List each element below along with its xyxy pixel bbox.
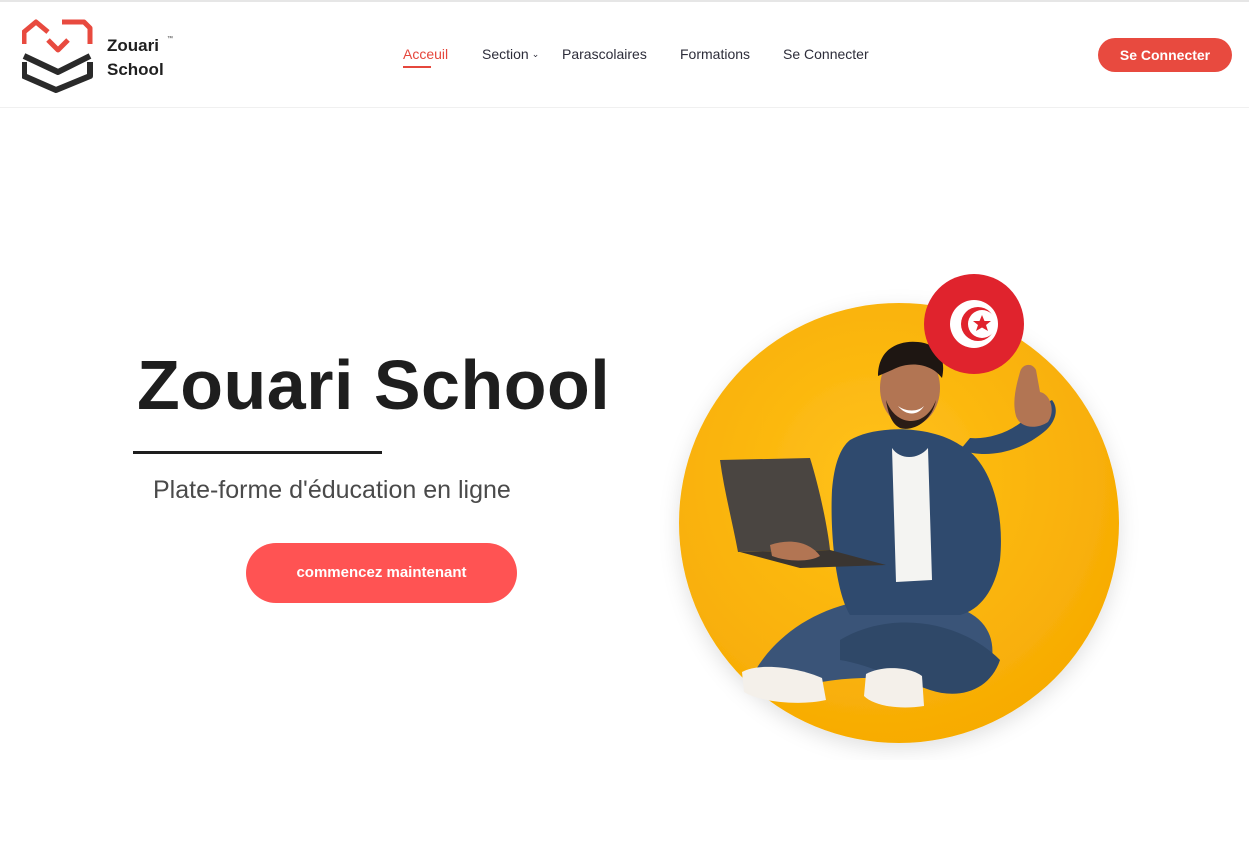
nav-item-label: Section — [482, 46, 529, 62]
site-header: Zouari School ™ Acceuil Section ⌄ Parasco… — [0, 2, 1249, 108]
login-button[interactable]: Se Connecter — [1098, 38, 1232, 72]
logo-text: Zouari School — [107, 34, 164, 82]
tunisia-flag-icon — [924, 274, 1024, 374]
logo-text-line2: School — [107, 60, 164, 79]
trademark-mark: ™ — [167, 36, 173, 42]
logo-icon — [22, 19, 93, 93]
nav-item-formations[interactable]: Formations — [680, 46, 750, 62]
hero-divider — [133, 451, 382, 454]
chevron-down-icon: ⌄ — [531, 49, 540, 59]
hero-subtitle: Plate-forme d'éducation en ligne — [153, 476, 511, 504]
hero-illustration — [660, 260, 1140, 760]
start-now-button[interactable]: commencez maintenant — [246, 543, 517, 603]
nav-item-section[interactable]: Section ⌄ — [482, 46, 539, 62]
student-with-laptop-image — [679, 274, 1119, 743]
logo[interactable]: Zouari School ™ — [22, 18, 182, 94]
hero-title: Zouari School — [137, 346, 611, 424]
nav-item-label: Se Connecter — [783, 46, 869, 62]
nav-item-label: Formations — [680, 46, 751, 62]
nav-item-se-connecter[interactable]: Se Connecter — [783, 46, 869, 62]
nav-item-label: Parascolaires — [562, 46, 647, 62]
active-underline — [403, 66, 431, 68]
nav-item-label: Acceuil — [403, 46, 449, 62]
logo-text-line1: Zouari — [107, 36, 159, 55]
nav-item-parascolaires[interactable]: Parascolaires — [562, 46, 647, 62]
nav-item-acceuil[interactable]: Acceuil — [403, 46, 449, 68]
